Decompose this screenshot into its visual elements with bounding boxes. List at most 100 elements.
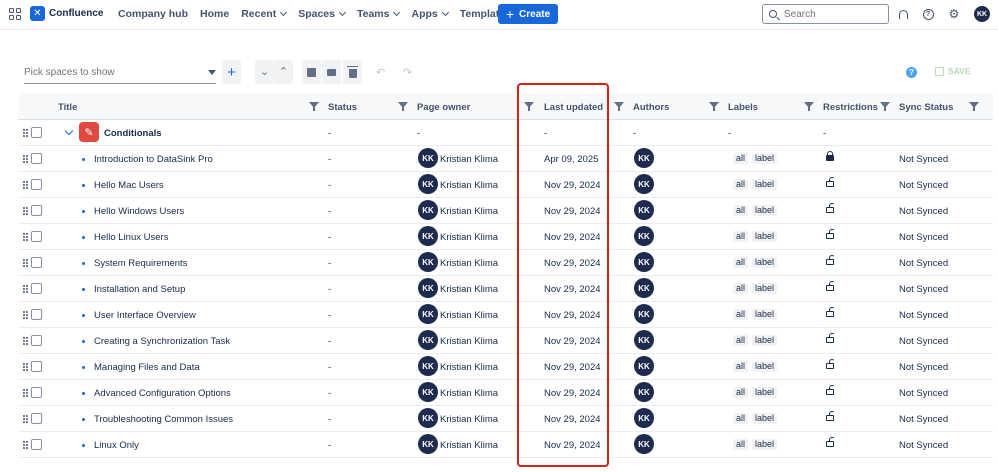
label-tag[interactable]: all bbox=[733, 153, 749, 164]
page-owner-name[interactable]: Kristian Klima bbox=[440, 414, 498, 425]
table-row[interactable]: Managing Files and Data - KK Kristian Klima… bbox=[18, 354, 993, 380]
owner-avatar[interactable]: KK bbox=[418, 252, 438, 272]
user-avatar[interactable]: KK bbox=[974, 6, 990, 22]
drag-handle-icon[interactable] bbox=[23, 207, 28, 215]
page-title-link[interactable]: System Requirements bbox=[94, 258, 187, 269]
column-header-title[interactable]: Title bbox=[58, 102, 77, 113]
row-checkbox[interactable] bbox=[31, 413, 42, 424]
label-tag[interactable]: all bbox=[733, 413, 749, 424]
page-title-link[interactable]: Managing Files and Data bbox=[94, 362, 200, 373]
page-title-link[interactable]: Linux Only bbox=[94, 440, 139, 451]
nav-link-apps[interactable]: Apps bbox=[411, 8, 449, 20]
table-row[interactable]: Linux Only - KK Kristian Klima Nov 29, 2024 K… bbox=[18, 432, 993, 458]
row-checkbox[interactable] bbox=[31, 361, 42, 372]
page-owner-name[interactable]: Kristian Klima bbox=[440, 258, 498, 269]
table-row[interactable]: System Requirements - KK Kristian Klima Nov … bbox=[18, 250, 993, 276]
page-owner-name[interactable]: Kristian Klima bbox=[440, 388, 498, 399]
drag-handle-icon[interactable] bbox=[23, 285, 28, 293]
unlock-icon[interactable] bbox=[826, 363, 834, 369]
add-space-button[interactable]: + bbox=[222, 60, 241, 84]
drag-handle-icon[interactable] bbox=[23, 155, 28, 163]
row-checkbox[interactable] bbox=[31, 309, 42, 320]
filter-icon[interactable] bbox=[614, 102, 624, 111]
author-avatar[interactable]: KK bbox=[634, 330, 654, 350]
label-tag[interactable]: label bbox=[752, 231, 778, 242]
table-row[interactable]: Hello Mac Users - KK Kristian Klima Nov 29, … bbox=[18, 172, 993, 198]
page-title-link[interactable]: Hello Windows Users bbox=[94, 206, 184, 217]
page-owner-name[interactable]: Kristian Klima bbox=[440, 180, 498, 191]
nav-link-spaces[interactable]: Spaces bbox=[298, 8, 347, 20]
drag-handle-icon[interactable] bbox=[23, 129, 28, 137]
unlock-icon[interactable] bbox=[826, 389, 834, 395]
author-avatar[interactable]: KK bbox=[634, 356, 654, 376]
drag-handle-icon[interactable] bbox=[23, 337, 28, 345]
row-checkbox[interactable] bbox=[31, 387, 42, 398]
page-owner-name[interactable]: Kristian Klima bbox=[440, 206, 498, 217]
help-button[interactable]: ? bbox=[922, 8, 934, 20]
notifications-button[interactable] bbox=[897, 8, 909, 20]
drag-handle-icon[interactable] bbox=[23, 311, 28, 319]
owner-avatar[interactable]: KK bbox=[418, 408, 438, 428]
label-tag[interactable]: label bbox=[752, 153, 778, 164]
unlock-icon[interactable] bbox=[826, 285, 834, 291]
page-owner-name[interactable]: Kristian Klima bbox=[440, 362, 498, 373]
space-title[interactable]: Conditionals bbox=[104, 128, 162, 139]
table-row[interactable]: Creating a Synchronization Task - KK Kristi… bbox=[18, 328, 993, 354]
label-tag[interactable]: label bbox=[752, 335, 778, 346]
label-tag[interactable]: label bbox=[752, 257, 778, 268]
row-checkbox[interactable] bbox=[31, 283, 42, 294]
drag-handle-icon[interactable] bbox=[23, 441, 28, 449]
author-avatar[interactable]: KK bbox=[634, 278, 654, 298]
space-picker-input[interactable] bbox=[24, 67, 199, 78]
row-checkbox[interactable] bbox=[31, 439, 42, 450]
expand-all-button[interactable]: ⌄ bbox=[255, 60, 274, 84]
page-owner-name[interactable]: Kristian Klima bbox=[440, 154, 498, 165]
drag-handle-icon[interactable] bbox=[23, 415, 28, 423]
table-row[interactable]: Installation and Setup - KK Kristian Klima N… bbox=[18, 276, 993, 302]
label-tag[interactable]: label bbox=[752, 205, 778, 216]
drag-handle-icon[interactable] bbox=[23, 233, 28, 241]
nav-link-company-hub[interactable]: Company hub bbox=[118, 8, 188, 20]
page-owner-name[interactable]: Kristian Klima bbox=[440, 336, 498, 347]
column-header-page-owner[interactable]: Page owner bbox=[417, 102, 470, 113]
unlock-icon[interactable] bbox=[826, 441, 834, 447]
copy-button[interactable] bbox=[302, 60, 321, 84]
author-avatar[interactable]: KK bbox=[634, 382, 654, 402]
page-title-link[interactable]: Creating a Synchronization Task bbox=[94, 336, 230, 347]
author-avatar[interactable]: KK bbox=[634, 174, 654, 194]
owner-avatar[interactable]: KK bbox=[418, 330, 438, 350]
owner-avatar[interactable]: KK bbox=[418, 148, 438, 168]
label-tag[interactable]: all bbox=[733, 257, 749, 268]
drag-handle-icon[interactable] bbox=[23, 259, 28, 267]
author-avatar[interactable]: KK bbox=[634, 408, 654, 428]
author-avatar[interactable]: KK bbox=[634, 148, 654, 168]
nav-link-teams[interactable]: Teams bbox=[357, 8, 401, 20]
owner-avatar[interactable]: KK bbox=[418, 382, 438, 402]
search-input[interactable] bbox=[784, 8, 884, 20]
label-tag[interactable]: all bbox=[733, 205, 749, 216]
row-checkbox[interactable] bbox=[31, 335, 42, 346]
table-row[interactable]: Troubleshooting Common Issues - KK Kristian… bbox=[18, 406, 993, 432]
owner-avatar[interactable]: KK bbox=[418, 226, 438, 246]
unlock-icon[interactable] bbox=[826, 259, 834, 265]
column-header-labels[interactable]: Labels bbox=[728, 102, 758, 113]
confluence-logo[interactable]: ✕ Confluence bbox=[30, 6, 103, 21]
label-tag[interactable]: all bbox=[733, 387, 749, 398]
unlock-icon[interactable] bbox=[826, 207, 834, 213]
column-header-authors[interactable]: Authors bbox=[633, 102, 669, 113]
filter-icon[interactable] bbox=[969, 102, 979, 111]
page-title-link[interactable]: Hello Mac Users bbox=[94, 180, 164, 191]
unlock-icon[interactable] bbox=[826, 181, 834, 187]
label-tag[interactable]: all bbox=[733, 231, 749, 242]
page-title-link[interactable]: User Interface Overview bbox=[94, 310, 196, 321]
lock-icon[interactable] bbox=[826, 150, 834, 161]
filter-icon[interactable] bbox=[709, 102, 719, 111]
author-avatar[interactable]: KK bbox=[634, 434, 654, 454]
unlock-icon[interactable] bbox=[826, 311, 834, 317]
filter-icon[interactable] bbox=[804, 102, 814, 111]
page-title-link[interactable]: Installation and Setup bbox=[94, 284, 185, 295]
column-header-restrictions[interactable]: Restrictions bbox=[823, 102, 878, 113]
drag-handle-icon[interactable] bbox=[23, 389, 28, 397]
author-avatar[interactable]: KK bbox=[634, 200, 654, 220]
row-checkbox[interactable] bbox=[31, 127, 42, 138]
